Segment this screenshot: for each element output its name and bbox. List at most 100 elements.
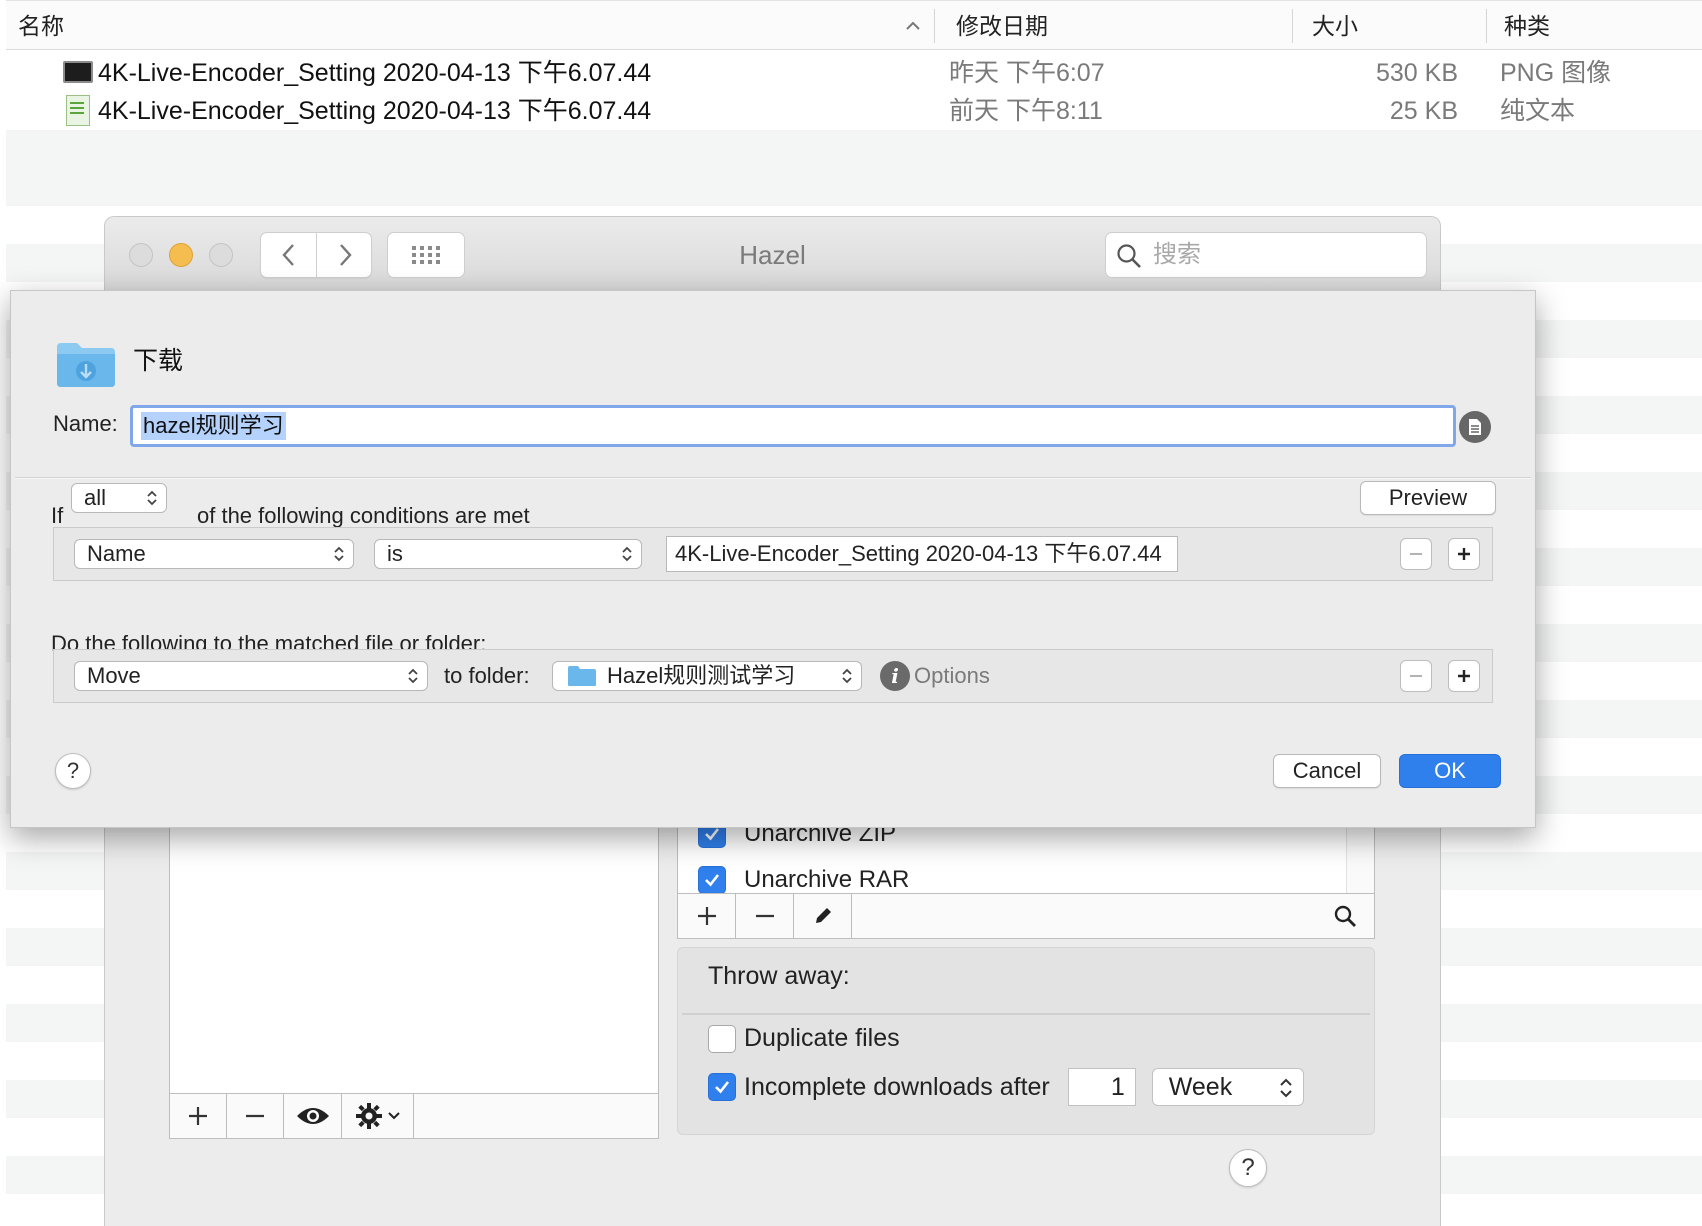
condition-attribute-value: Name (87, 541, 146, 566)
updown-chevron-icon (1280, 1078, 1292, 1098)
search-placeholder: 搜索 (1153, 241, 1201, 268)
match-mode-select[interactable]: all (71, 483, 167, 513)
rules-scrollbar[interactable] (1346, 826, 1374, 893)
info-icon[interactable]: i (880, 661, 910, 691)
file-date: 昨天 下午6:07 (949, 59, 1105, 87)
column-header-kind[interactable]: 种类 (1504, 1, 1550, 51)
updown-chevron-icon (147, 490, 157, 506)
throw-away-panel: Throw away: Duplicate files Incomplete d… (677, 947, 1375, 1135)
add-rule-button[interactable] (678, 894, 736, 938)
incomplete-downloads-option[interactable]: Incomplete downloads after 1 Week (708, 1068, 1304, 1106)
eye-icon (296, 1108, 329, 1124)
match-mode-value: all (84, 485, 107, 510)
rule-name-field[interactable]: hazel规则学习 (130, 405, 1456, 447)
checkmark-icon (705, 874, 720, 887)
plus-icon (1458, 548, 1470, 560)
incomplete-downloads-checkbox[interactable] (708, 1073, 736, 1101)
options-button[interactable]: Options (914, 661, 990, 691)
incomplete-unit-select[interactable]: Week (1151, 1068, 1304, 1106)
chevron-down-icon (387, 1112, 400, 1120)
forward-button[interactable] (317, 233, 372, 277)
rule-editor-sheet: 下载 Name: hazel规则学习 If all of the followi… (10, 290, 1536, 828)
search-field[interactable]: 搜索 (1105, 232, 1427, 278)
updown-chevron-icon (622, 546, 632, 562)
show-all-button[interactable] (387, 232, 465, 278)
back-button[interactable] (261, 233, 316, 277)
condition-attribute-select[interactable]: Name (74, 539, 354, 569)
updown-chevron-icon (408, 668, 418, 684)
chevron-left-icon (281, 244, 294, 266)
text-file-icon (66, 95, 90, 126)
action-verb-select[interactable]: Move (74, 661, 428, 691)
column-header-date[interactable]: 修改日期 (956, 1, 1048, 51)
title-bar: Hazel 搜索 (105, 217, 1440, 293)
rule-name-value: hazel规则学习 (141, 412, 286, 440)
to-folder-label: to folder: (444, 663, 530, 688)
minus-icon (1410, 553, 1422, 555)
rule-label: Unarchive ZIP (744, 825, 897, 847)
rule-item[interactable]: Unarchive ZIP (698, 825, 897, 848)
cancel-button[interactable]: Cancel (1273, 754, 1381, 788)
duplicate-files-label: Duplicate files (744, 1024, 900, 1052)
file-row[interactable]: 4K-Live-Encoder_Setting 2020-04-13 下午6.0… (6, 54, 1702, 92)
folder-icon (568, 666, 596, 686)
remove-action-button[interactable] (1400, 660, 1432, 692)
action-verb-value: Move (87, 663, 141, 688)
gear-menu-button[interactable] (342, 1094, 414, 1138)
name-label: Name: (53, 411, 118, 436)
incomplete-count-field[interactable]: 1 (1067, 1068, 1136, 1106)
throw-away-title: Throw away: (708, 962, 850, 990)
png-file-icon (63, 61, 93, 83)
rule-item[interactable]: Unarchive RAR (698, 866, 909, 893)
destination-folder-select[interactable]: Hazel规则测试学习 (552, 661, 862, 691)
remove-condition-button[interactable] (1400, 538, 1432, 570)
remove-folder-button[interactable] (227, 1094, 284, 1138)
rules-list[interactable]: Unarchive ZIP Unarchive RAR (677, 825, 1375, 893)
column-header-name[interactable]: 名称 (18, 1, 64, 51)
rule-checkbox[interactable] (698, 826, 726, 848)
grid-icon (412, 246, 440, 264)
preview-button[interactable]: Preview (1360, 481, 1496, 515)
close-button[interactable] (129, 243, 153, 267)
incomplete-unit-value: Week (1168, 1073, 1233, 1101)
condition-value-field[interactable]: 4K-Live-Encoder_Setting 2020-04-13 下午6.0… (666, 536, 1178, 572)
file-name: 4K-Live-Encoder_Setting 2020-04-13 下午6.0… (98, 59, 652, 87)
eye-button[interactable] (284, 1094, 342, 1138)
duplicate-files-checkbox[interactable] (708, 1024, 736, 1053)
remove-rule-button[interactable] (736, 894, 794, 938)
rule-checkbox[interactable] (698, 866, 726, 893)
rule-label: Unarchive RAR (744, 866, 910, 893)
file-size: 530 KB (1375, 59, 1458, 87)
notes-button[interactable] (1459, 411, 1491, 443)
chevron-right-icon (339, 244, 352, 266)
folders-list[interactable] (169, 825, 659, 1139)
folders-toolbar (169, 1093, 659, 1139)
plus-icon (1458, 670, 1470, 682)
column-header-size[interactable]: 大小 (1312, 1, 1358, 51)
edit-rule-button[interactable] (794, 894, 852, 938)
gear-icon (355, 1103, 382, 1129)
file-name: 4K-Live-Encoder_Setting 2020-04-13 下午6.0… (98, 97, 652, 125)
sheet-help-button[interactable]: ? (55, 753, 91, 789)
add-condition-button[interactable] (1448, 538, 1480, 570)
plus-icon (189, 1107, 207, 1125)
condition-operator-value: is (387, 541, 403, 566)
add-action-button[interactable] (1448, 660, 1480, 692)
zoom-button[interactable] (209, 243, 233, 267)
file-kind: PNG 图像 (1500, 59, 1612, 87)
minimize-button[interactable] (169, 243, 193, 267)
ok-button[interactable]: OK (1399, 754, 1501, 788)
incomplete-downloads-label: Incomplete downloads after (744, 1072, 1050, 1101)
minus-icon (755, 914, 774, 918)
file-row[interactable]: 4K-Live-Encoder_Setting 2020-04-13 下午6.0… (6, 92, 1702, 130)
checkmark-icon (715, 1081, 730, 1094)
downloads-folder-icon (57, 343, 115, 387)
duplicate-files-option[interactable]: Duplicate files (708, 1024, 900, 1053)
plus-icon (697, 907, 716, 925)
add-folder-button[interactable] (170, 1094, 227, 1138)
updown-chevron-icon (842, 668, 852, 684)
help-button[interactable]: ? (1229, 1149, 1267, 1187)
condition-operator-select[interactable]: is (374, 539, 642, 569)
search-rules-button[interactable] (1316, 894, 1374, 938)
rules-toolbar (677, 893, 1375, 939)
